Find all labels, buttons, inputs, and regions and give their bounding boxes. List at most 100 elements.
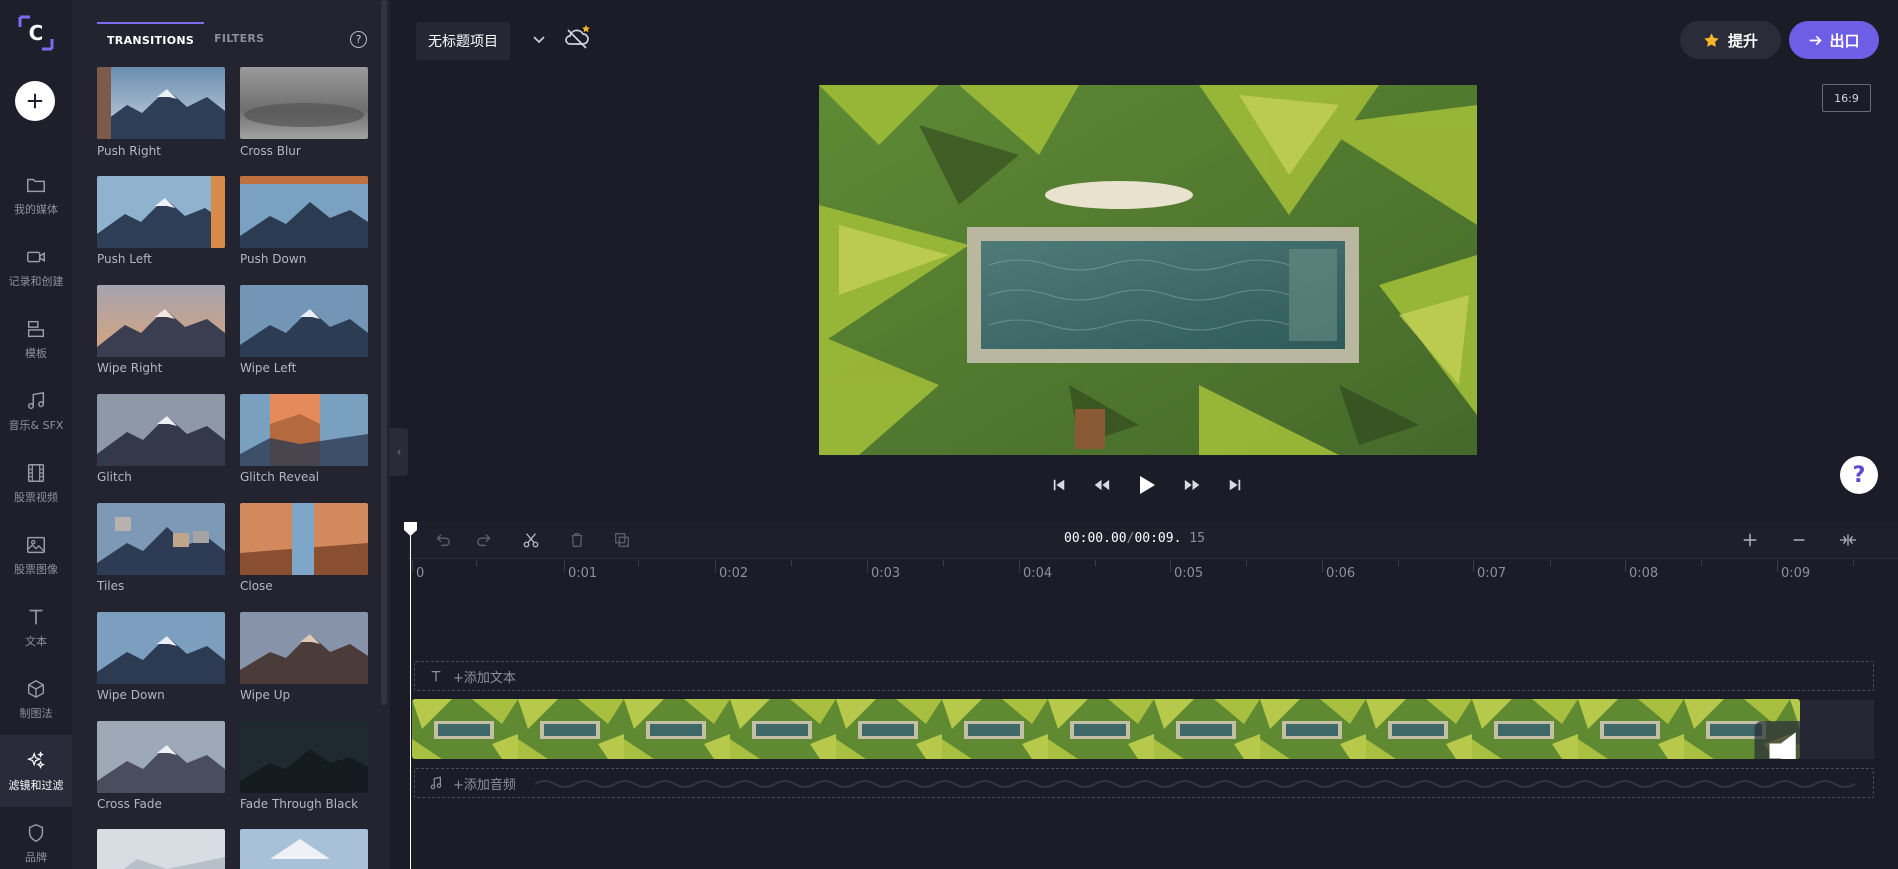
ruler-tick	[476, 560, 477, 566]
transition-thumb-wipe-left[interactable]	[240, 285, 368, 357]
nav-item-stock-images[interactable]: 股票图像	[0, 519, 72, 591]
export-button[interactable]: 出口	[1789, 21, 1879, 59]
duplicate-icon	[615, 533, 629, 547]
cloud-sync-icon[interactable]	[562, 22, 592, 52]
audio-waveform-placeholder	[535, 780, 1855, 788]
transition-thumb-fade-through-black[interactable]	[240, 721, 368, 793]
skip-to-end-button[interactable]	[1228, 478, 1242, 492]
help-button[interactable]: ?	[1840, 456, 1878, 494]
nav-item-record-create[interactable]: 记录和创建	[0, 231, 72, 303]
music-note-icon	[430, 776, 442, 790]
nav-item-label: 股票图像	[14, 562, 58, 576]
tab-transitions[interactable]: TRANSITIONS	[97, 22, 205, 53]
video-clip[interactable]	[412, 699, 1800, 759]
add-media-button[interactable]	[15, 81, 55, 121]
nav-item-label: 品牌	[25, 850, 47, 864]
ruler-tick-label: 0:09	[1781, 566, 1811, 581]
nav-item-templates[interactable]: 模板	[0, 303, 72, 375]
ruler-tick	[1170, 560, 1171, 572]
play-button[interactable]	[1137, 474, 1157, 496]
nav-item-label: 制图法	[19, 706, 53, 720]
undo-icon	[436, 534, 450, 547]
ruler-tick	[1246, 560, 1247, 566]
timeline-ruler[interactable]: 0 0:01 0:02 0:03 0:04 0:05 0:06 0:07 0:0…	[408, 560, 1898, 590]
transition-thumb-partial-1[interactable]	[97, 829, 225, 869]
skip-to-start-button[interactable]	[1052, 478, 1066, 492]
transition-thumb-push-right[interactable]	[97, 67, 225, 139]
clipchamp-logo-icon[interactable]: C	[17, 14, 55, 52]
transition-thumb-cross-fade[interactable]	[97, 721, 225, 793]
aspect-ratio-button[interactable]: 16:9	[1822, 84, 1871, 112]
nav-item-music-sfx[interactable]: 音乐& SFX	[0, 375, 72, 447]
ruler-tick	[564, 560, 565, 572]
skip-back-icon	[1053, 479, 1065, 491]
transition-thumb-cross-blur[interactable]	[240, 67, 368, 139]
preview-frame-image	[819, 85, 1477, 455]
zoom-out-button[interactable]	[1789, 530, 1809, 550]
video-camera-icon	[27, 251, 45, 262]
nav-item-transitions-filters[interactable]: 滤镜和过滤	[0, 735, 72, 807]
transition-thumb-wipe-right[interactable]	[97, 285, 225, 357]
add-audio-track[interactable]: +添加音频	[414, 768, 1874, 798]
redo-button[interactable]	[475, 530, 495, 550]
delete-button[interactable]	[567, 530, 587, 550]
ruler-tick	[791, 560, 792, 566]
ruler-tick	[1019, 560, 1020, 572]
nav-item-text[interactable]: 文本	[0, 591, 72, 663]
ruler-tick	[1625, 560, 1626, 572]
add-text-track[interactable]: +添加文本	[414, 661, 1874, 691]
transition-thumb-tiles[interactable]	[97, 503, 225, 575]
tab-filters[interactable]: FILTERS	[204, 22, 274, 53]
panel-help-icon[interactable]: ?	[350, 31, 367, 48]
project-name-field[interactable]: 无标题项目	[416, 22, 510, 60]
video-preview[interactable]	[819, 85, 1477, 455]
panel-scrollbar[interactable]	[381, 0, 387, 705]
transition-thumb-close[interactable]	[240, 503, 368, 575]
chevron-down-icon[interactable]	[530, 30, 548, 48]
ruler-tick	[943, 560, 944, 566]
transition-thumb-wipe-down[interactable]	[97, 612, 225, 684]
nav-item-label: 滤镜和过滤	[8, 778, 64, 792]
transition-thumb-glitch[interactable]	[97, 394, 225, 466]
nav-item-graphics[interactable]: 制图法	[0, 663, 72, 735]
transition-thumb-push-left[interactable]	[97, 176, 225, 248]
nav-item-brand[interactable]: 品牌	[0, 807, 72, 869]
collapse-panel-button[interactable]: ‹	[390, 428, 408, 476]
transition-label: Push Left	[97, 252, 152, 266]
nav-item-stock-video[interactable]: 股票视频	[0, 447, 72, 519]
fit-timeline-button[interactable]	[1838, 530, 1858, 550]
playhead-line[interactable]	[410, 527, 411, 869]
transitions-panel: TRANSITIONS FILTERS ? Push Right Cross B…	[72, 0, 390, 869]
split-button[interactable]	[521, 530, 541, 550]
sparkles-icon	[26, 750, 45, 769]
zoom-in-button[interactable]	[1740, 530, 1760, 550]
transition-thumb-push-down[interactable]	[240, 176, 368, 248]
playhead-handle[interactable]	[404, 521, 417, 536]
ruler-tick	[1853, 560, 1854, 566]
nav-item-label: 我的媒体	[14, 202, 58, 216]
transition-thumb-partial-2[interactable]	[240, 829, 368, 869]
transition-thumb-glitch-reveal[interactable]	[240, 394, 368, 466]
redo-icon	[477, 534, 491, 547]
rewind-icon	[1094, 479, 1110, 491]
rewind-button[interactable]	[1093, 478, 1110, 492]
plus-icon	[1743, 533, 1757, 547]
template-icon	[27, 320, 45, 337]
ruler-tick	[1473, 560, 1474, 572]
undo-button[interactable]	[432, 530, 452, 550]
upgrade-button[interactable]: 提升	[1680, 21, 1781, 59]
star-icon	[1704, 32, 1719, 47]
left-nav: C 我的媒体 记录和创建 模板 音乐& SFX 股票视频 股票图像 文本 制图法…	[0, 0, 72, 869]
ruler-tick-label: 0:07	[1477, 566, 1507, 581]
ruler-tick	[1550, 560, 1551, 566]
nav-item-label: 音乐& SFX	[8, 418, 64, 432]
duplicate-button[interactable]	[612, 530, 632, 550]
fast-forward-button[interactable]	[1184, 478, 1201, 492]
ruler-tick	[867, 560, 868, 572]
speaker-icon[interactable]	[1098, 721, 1800, 759]
ruler-tick	[1701, 560, 1702, 566]
nav-item-my-media[interactable]: 我的媒体	[0, 159, 72, 231]
timecode-current: 00:00.00	[1064, 531, 1127, 546]
transition-label: Fade Through Black	[240, 797, 359, 811]
transition-thumb-wipe-up[interactable]	[240, 612, 368, 684]
